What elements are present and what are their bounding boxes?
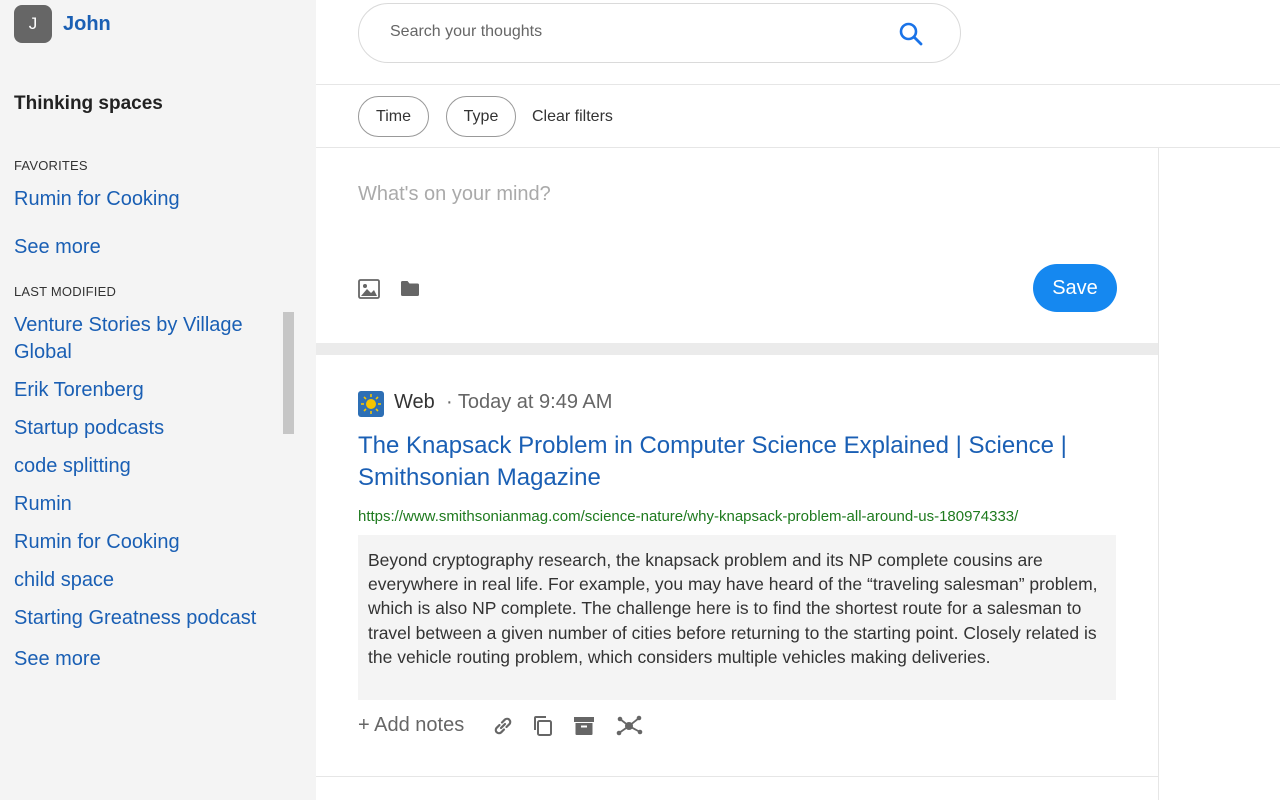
link-icon[interactable]	[491, 714, 515, 738]
last-modified-label: LAST MODIFIED	[14, 284, 117, 299]
card-source-label: Web	[394, 391, 435, 413]
sidebar-item-space[interactable]: Venture Stories by Village Global	[14, 312, 274, 366]
network-icon[interactable]	[616, 714, 643, 738]
divider	[316, 776, 1158, 777]
image-icon[interactable]	[358, 279, 380, 299]
clear-filters-link[interactable]: Clear filters	[532, 108, 613, 126]
sidebar-item-space[interactable]: code splitting	[14, 453, 131, 480]
sidebar: J John Thinking spaces FAVORITES Rumin f…	[0, 0, 316, 800]
search-box[interactable]	[358, 3, 961, 63]
user-profile[interactable]: J John	[14, 5, 111, 43]
sidebar-scrollbar[interactable]	[283, 312, 294, 434]
divider	[316, 84, 1280, 85]
add-notes-button[interactable]: + Add notes	[358, 714, 464, 737]
sidebar-item-space[interactable]: Starting Greatness podcast	[14, 605, 256, 632]
sidebar-item-space[interactable]: Rumin	[14, 491, 72, 518]
sidebar-item-favorite[interactable]: Rumin for Cooking	[14, 186, 180, 213]
card-timestamp: · Today at 9:49 AM	[446, 391, 613, 413]
divider	[316, 147, 1280, 148]
favorites-see-more-link[interactable]: See more	[14, 234, 101, 261]
search-icon[interactable]	[898, 21, 924, 47]
time-filter-button[interactable]: Time	[358, 96, 429, 137]
folder-icon[interactable]	[400, 280, 420, 297]
feed-border	[1158, 148, 1159, 800]
avatar[interactable]: J	[14, 5, 52, 43]
search-input[interactable]	[390, 23, 870, 41]
sidebar-item-space[interactable]: child space	[14, 567, 114, 594]
card-url-link[interactable]: https://www.smithsonianmag.com/science-n…	[358, 508, 1018, 525]
sidebar-item-space[interactable]: Startup podcasts	[14, 415, 164, 442]
sidebar-item-space[interactable]: Rumin for Cooking	[14, 529, 180, 556]
composer-input[interactable]: What's on your mind?	[358, 183, 551, 206]
favorites-label: FAVORITES	[14, 158, 88, 173]
card-quote: Beyond cryptography research, the knapsa…	[358, 535, 1116, 700]
sidebar-item-space[interactable]: Erik Torenberg	[14, 377, 144, 404]
last-modified-see-more-link[interactable]: See more	[14, 646, 101, 673]
thinking-spaces-title: Thinking spaces	[14, 93, 163, 114]
smithsonian-favicon-icon	[358, 391, 384, 417]
card-title-link[interactable]: The Knapsack Problem in Computer Science…	[358, 430, 1118, 494]
archive-icon[interactable]	[572, 714, 596, 738]
user-name[interactable]: John	[63, 13, 111, 36]
section-separator	[316, 343, 1158, 355]
save-button[interactable]: Save	[1033, 264, 1117, 312]
type-filter-button[interactable]: Type	[446, 96, 516, 137]
copy-icon[interactable]	[531, 714, 555, 738]
